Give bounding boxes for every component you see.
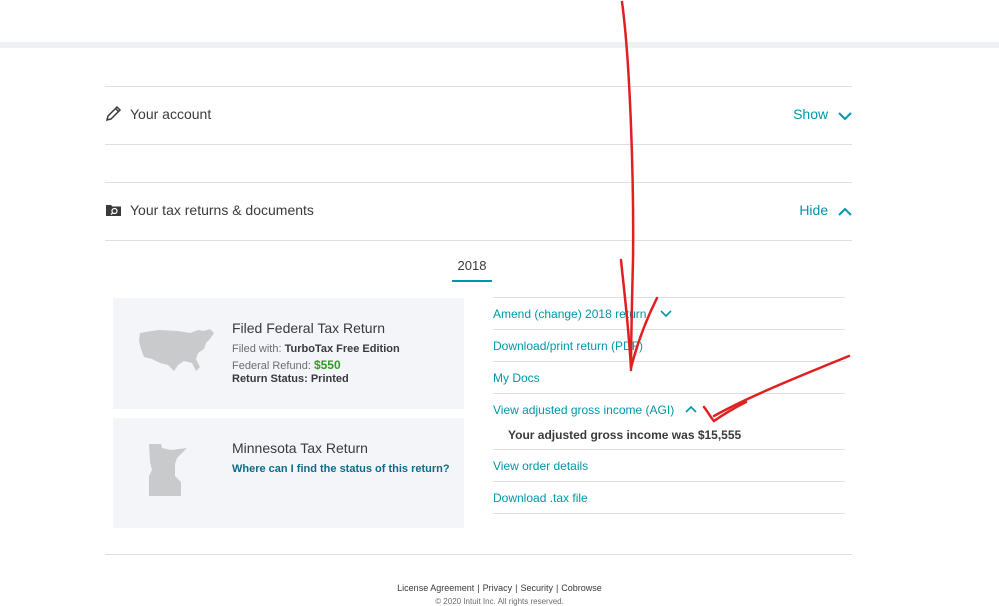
federal-refund-label: Federal Refund: bbox=[232, 360, 311, 372]
federal-refund-value: $550 bbox=[313, 358, 341, 372]
download-print-link[interactable]: Download/print return (PDF) bbox=[493, 339, 643, 353]
federal-return-card: Filed Federal Tax Return Filed with: Tur… bbox=[113, 298, 464, 409]
divider bbox=[105, 554, 852, 555]
tab-2018[interactable]: 2018 bbox=[452, 258, 492, 282]
order-details-link[interactable]: View order details bbox=[493, 459, 588, 473]
chevron-up-icon[interactable] bbox=[685, 405, 697, 414]
state-status-link[interactable]: Where can I find the status of this retu… bbox=[232, 463, 450, 475]
separator: | bbox=[555, 583, 559, 593]
return-actions-list: Amend (change) 2018 return Download/prin… bbox=[493, 297, 845, 514]
returns-section-label: Your tax returns & documents bbox=[130, 202, 314, 218]
separator: | bbox=[515, 583, 518, 593]
federal-card-title: Filed Federal Tax Return bbox=[232, 320, 386, 336]
copyright-text: © 2020 Intuit Inc. All rights reserved. bbox=[435, 597, 564, 606]
chevron-up-icon bbox=[838, 207, 852, 216]
view-agi-link[interactable]: View adjusted gross income (AGI) bbox=[493, 403, 674, 417]
separator: | bbox=[477, 583, 480, 593]
list-item: My Docs bbox=[493, 361, 845, 393]
chevron-down-icon bbox=[838, 112, 852, 121]
cobrowse-link[interactable]: Cobrowse bbox=[561, 583, 602, 593]
account-section: Your account Show bbox=[105, 86, 852, 145]
list-item: Download/print return (PDF) bbox=[493, 329, 845, 361]
federal-refund-line: Federal Refund: $550 bbox=[232, 358, 341, 372]
return-status-label: Return Status: bbox=[232, 373, 308, 385]
filed-with-label: Filed with: bbox=[232, 343, 282, 355]
filed-with-value: TurboTax Free Edition bbox=[284, 343, 400, 355]
divider bbox=[493, 513, 845, 514]
list-item: View order details bbox=[493, 449, 845, 481]
returns-section: Your tax returns & documents Hide bbox=[105, 182, 852, 241]
usa-map-icon bbox=[139, 329, 214, 371]
my-docs-link[interactable]: My Docs bbox=[493, 371, 540, 385]
show-label: Show bbox=[793, 106, 829, 122]
pencil-icon bbox=[105, 105, 122, 122]
state-return-card: Minnesota Tax Return Where can I find th… bbox=[113, 418, 464, 528]
return-status-value: Printed bbox=[310, 373, 349, 385]
chevron-down-icon[interactable] bbox=[660, 309, 672, 318]
state-card-title: Minnesota Tax Return bbox=[232, 440, 368, 456]
account-show-toggle[interactable]: Show bbox=[793, 106, 852, 122]
list-item: View adjusted gross income (AGI) Your ad… bbox=[493, 393, 845, 449]
license-agreement-link[interactable]: License Agreement bbox=[397, 583, 474, 593]
list-item: Amend (change) 2018 return bbox=[493, 297, 845, 329]
list-item: Download .tax file bbox=[493, 481, 845, 513]
returns-hide-toggle[interactable]: Hide bbox=[799, 202, 852, 218]
account-section-label: Your account bbox=[130, 106, 212, 122]
agi-value-text: Your adjusted gross income was $15,555 bbox=[508, 428, 742, 442]
minnesota-map-icon bbox=[149, 444, 187, 496]
footer-links: License Agreement | Privacy | Security | Cobro… bbox=[0, 583, 999, 593]
download-tax-file-link[interactable]: Download .tax file bbox=[493, 491, 588, 505]
amend-return-link[interactable]: Amend (change) 2018 return bbox=[493, 307, 646, 321]
privacy-link[interactable]: Privacy bbox=[483, 583, 513, 593]
hide-label: Hide bbox=[799, 202, 829, 218]
filed-with-line: Filed with: TurboTax Free Edition bbox=[232, 343, 400, 355]
folder-search-icon bbox=[106, 205, 121, 216]
top-band bbox=[0, 42, 999, 48]
return-status-line: Return Status: Printed bbox=[232, 373, 349, 385]
security-link[interactable]: Security bbox=[520, 583, 553, 593]
